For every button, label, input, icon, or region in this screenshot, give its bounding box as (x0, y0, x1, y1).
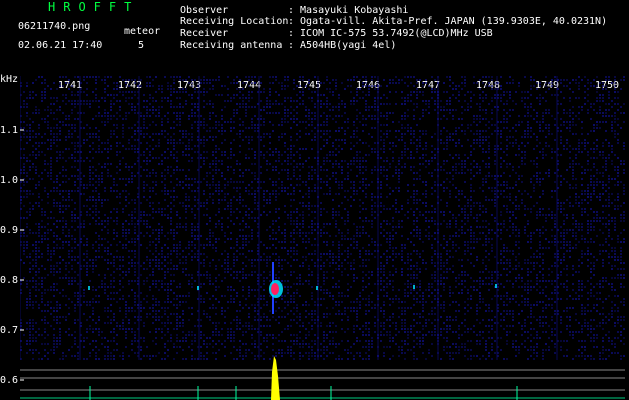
info-label: Receiver (180, 28, 229, 39)
info-label: Receiving antenna (180, 40, 283, 51)
capture-datetime: 02.06.21 17:40 (18, 40, 103, 51)
echo-core (271, 283, 279, 295)
freq-tick-label: 0.6 (0, 375, 19, 386)
freq-tick-label: 1.0 (0, 175, 19, 186)
app-title: HROFFT (48, 0, 140, 14)
echo-trace (316, 286, 318, 290)
info-label: Observer (180, 5, 229, 16)
frequency-unit-label: kHz (0, 74, 19, 85)
echo-trace (495, 284, 497, 288)
freq-tick-label: 0.8 (0, 275, 19, 286)
echo-trace (88, 286, 90, 290)
info-value: : A504HB(yagi 4el) (288, 40, 397, 51)
echo-trace (413, 285, 415, 289)
detection-count: 5 (138, 40, 145, 51)
filename: 06211740.png (18, 21, 91, 32)
freq-tick-label: 0.9 (0, 225, 19, 236)
echo-trace (197, 286, 199, 290)
freq-tick-label: 1.1 (0, 125, 19, 136)
info-value: : Ogata-vill. Akita-Pref. JAPAN (139.930… (288, 16, 608, 27)
spectrogram-canvas (20, 76, 625, 400)
meteor-echo (269, 262, 283, 314)
info-label: Receiving Location (180, 16, 289, 27)
info-value: : ICOM IC-575 53.7492(@LCD)MHz USB (288, 28, 493, 39)
detection-label: meteor (124, 26, 161, 37)
spectrogram (20, 76, 625, 400)
freq-tick-label: 0.7 (0, 325, 19, 336)
hrofft-window: HROFFT 06211740.png 02.06.21 17:40 meteo… (0, 0, 629, 400)
noise-layer (20, 76, 625, 360)
info-value: : Masayuki Kobayashi (288, 5, 409, 16)
